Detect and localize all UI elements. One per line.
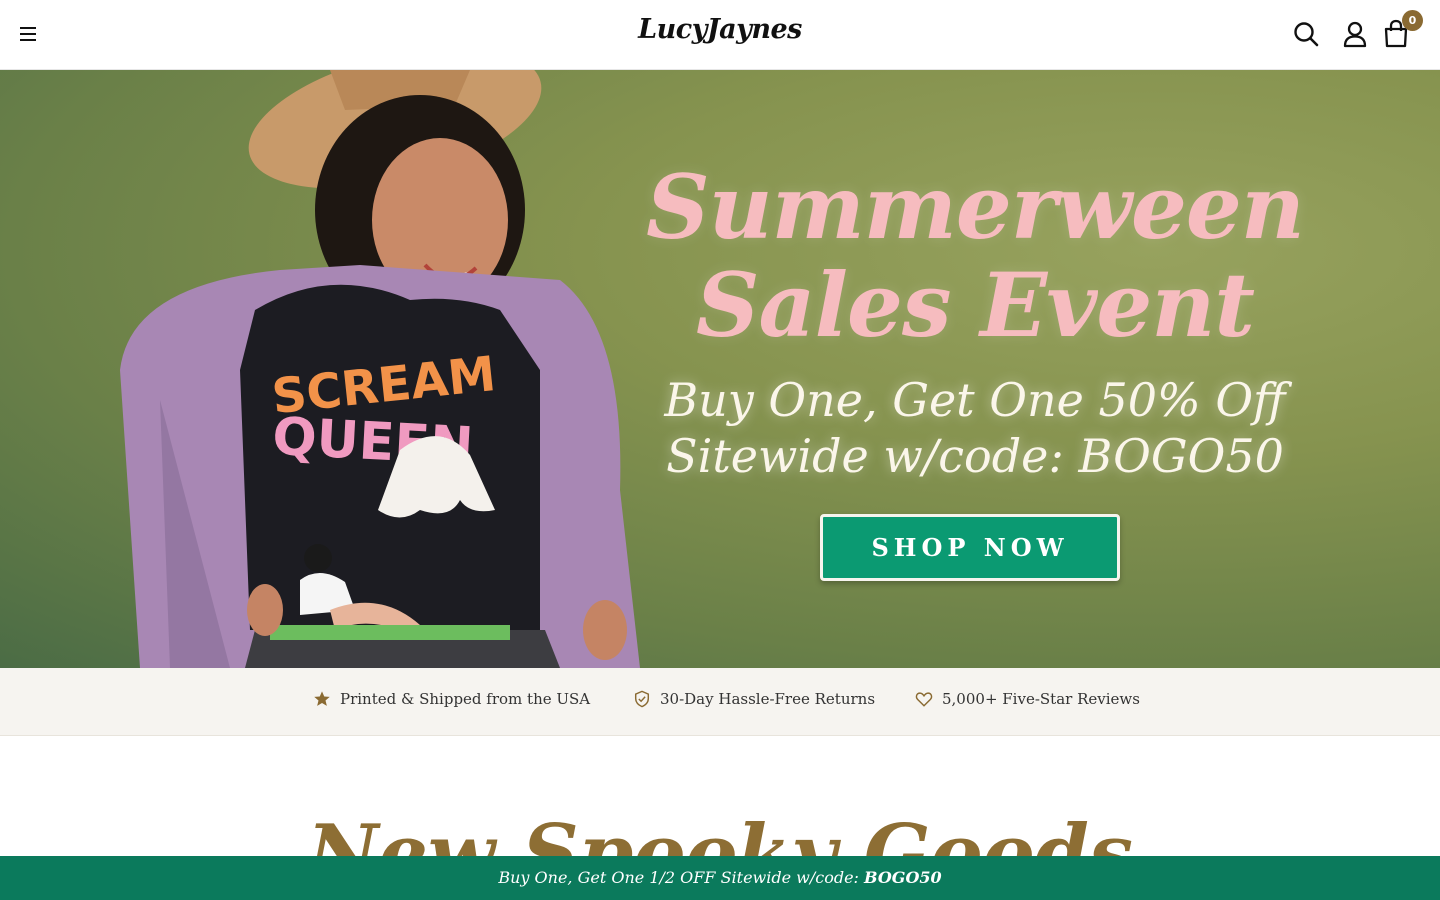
trust-item-usa: Printed & Shipped from the USA	[313, 690, 590, 708]
heart-icon	[915, 692, 933, 707]
hero-title-line2: Sales Event	[696, 253, 1255, 357]
hero-title: Summerween Sales Event	[620, 158, 1330, 354]
hero-banner[interactable]: SCREAM QUEEN Summerween Sales Event Buy …	[0, 70, 1440, 668]
account-icon[interactable]	[1340, 18, 1370, 50]
trust-label-reviews: 5,000+ Five-Star Reviews	[942, 690, 1140, 708]
hamburger-menu-icon[interactable]	[14, 20, 42, 48]
promo-code: BOGO50	[864, 868, 942, 887]
hero-model-photo: SCREAM QUEEN	[120, 70, 640, 668]
trust-label-returns: 30-Day Hassle-Free Returns	[660, 690, 876, 708]
cart-count-badge[interactable]: 0	[1402, 10, 1423, 31]
site-header: LucyJaynes 0	[0, 0, 1440, 70]
search-icon[interactable]	[1291, 18, 1321, 50]
hero-subtitle-line1: Buy One, Get One 50% Off	[664, 373, 1286, 427]
hero-subtitle-line2: Sitewide w/code: BOGO50	[666, 429, 1284, 483]
hero-subtitle: Buy One, Get One 50% Off Sitewide w/code…	[625, 372, 1325, 484]
star-icon	[314, 691, 330, 706]
promo-text: Buy One, Get One 1/2 OFF Sitewide w/code…	[498, 868, 865, 887]
trust-item-reviews: 5,000+ Five-Star Reviews	[915, 690, 1140, 708]
shop-now-button[interactable]: SHOP NOW	[820, 514, 1120, 581]
hero-title-line1: Summerween	[646, 155, 1305, 259]
promo-bar[interactable]: Buy One, Get One 1/2 OFF Sitewide w/code…	[0, 856, 1440, 900]
shield-check-icon	[634, 690, 650, 708]
trust-bar: Printed & Shipped from the USA 30-Day Ha…	[0, 668, 1440, 736]
trust-item-returns: 30-Day Hassle-Free Returns	[633, 690, 875, 708]
site-logo[interactable]: LucyJaynes	[620, 14, 820, 45]
trust-label-usa: Printed & Shipped from the USA	[340, 690, 591, 708]
